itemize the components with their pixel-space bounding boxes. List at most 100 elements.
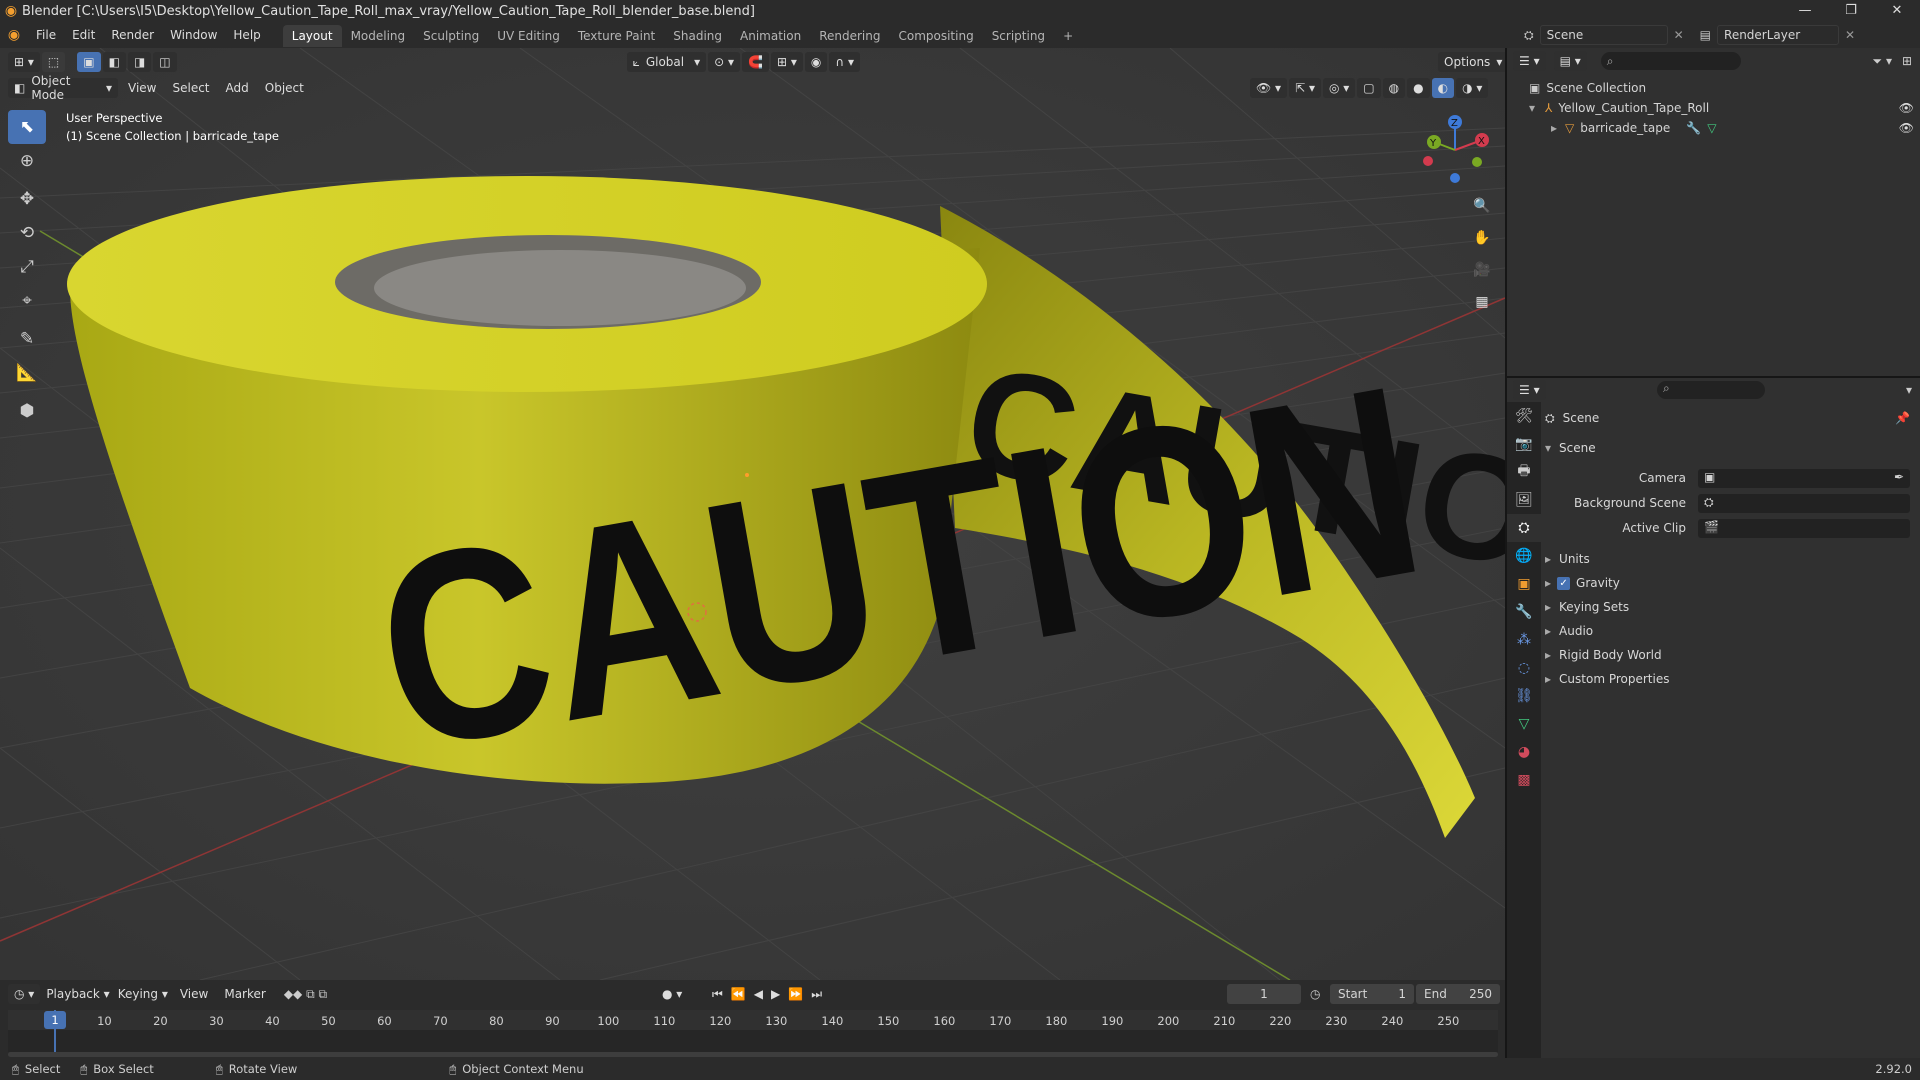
play-reverse-icon[interactable]: ◀	[754, 987, 763, 1002]
subpanel-rigid-body-world[interactable]: ▸ Rigid Body World	[1545, 644, 1662, 666]
overlays-icon[interactable]: ◎ ▾	[1322, 78, 1356, 98]
select-box-tool-icon[interactable]: ⬉	[8, 110, 46, 144]
select-mode-extend-icon[interactable]: ◧	[102, 52, 126, 72]
scale-tool-icon[interactable]: ⤢	[8, 250, 46, 284]
view-layer-tab-icon[interactable]: 🖼	[1507, 486, 1541, 514]
timeline-editor-type-icon[interactable]: ◷ ▾	[8, 984, 41, 1004]
maximize-button[interactable]: ❐	[1828, 0, 1874, 22]
jump-end-icon[interactable]: ⏭	[811, 987, 822, 1002]
minimize-button[interactable]: —	[1782, 0, 1828, 22]
pan-hand-icon[interactable]: ✋	[1468, 224, 1496, 252]
timeline-menu-playback[interactable]: Playback ▾	[42, 981, 113, 1007]
options-dropdown[interactable]: Options ▾	[1438, 52, 1509, 72]
current-frame-field[interactable]: 1	[1227, 984, 1301, 1004]
menu-edit[interactable]: Edit	[64, 22, 103, 48]
tab-shading[interactable]: Shading	[664, 25, 731, 47]
render-tab-icon[interactable]: 📷	[1507, 430, 1541, 458]
tab-compositing[interactable]: Compositing	[889, 25, 982, 47]
select-tool-button[interactable]: ⬚	[41, 52, 66, 72]
menu-help[interactable]: Help	[225, 22, 268, 48]
viewport-menu-select[interactable]: Select	[164, 75, 217, 101]
snap-target-button[interactable]: ⊞ ▾	[771, 52, 803, 72]
menu-render[interactable]: Render	[103, 22, 162, 48]
tab-texture-paint[interactable]: Texture Paint	[569, 25, 664, 47]
move-tool-icon[interactable]: ✥	[8, 182, 46, 216]
menu-file[interactable]: File	[28, 22, 64, 48]
camera-view-icon[interactable]: 🎥	[1468, 256, 1496, 284]
subpanel-custom-properties[interactable]: ▸ Custom Properties	[1545, 668, 1669, 690]
start-frame-field[interactable]: Start 1	[1330, 984, 1414, 1004]
properties-search-input[interactable]: ⌕	[1657, 381, 1765, 399]
playhead-frame-badge[interactable]: 1	[44, 1011, 66, 1029]
snap-toggle-button[interactable]: 🧲	[742, 52, 769, 72]
timeline-track-area[interactable]	[8, 1030, 1498, 1052]
subpanel-gravity[interactable]: ▸ ✓ Gravity	[1545, 572, 1620, 594]
new-collection-icon[interactable]: ⊞	[1902, 54, 1912, 68]
outliner-item[interactable]: ▸ ▽ barricade_tape 🔧 ▽ 👁	[1551, 118, 1914, 138]
select-mode-new-icon[interactable]: ▣	[77, 52, 101, 72]
end-frame-field[interactable]: End 250	[1416, 984, 1500, 1004]
expand-arrow-icon[interactable]: ▸	[1551, 121, 1557, 135]
keyframe-nav-icon[interactable]: ◆◆ ⧉ ⧉	[284, 987, 327, 1002]
close-button[interactable]: ✕	[1874, 0, 1920, 22]
mode-dropdown[interactable]: ◧ Object Mode ▾	[8, 74, 118, 102]
xray-icon[interactable]: ▢	[1357, 78, 1381, 98]
measure-tool-icon[interactable]: 📐	[8, 356, 46, 390]
blender-menu-icon[interactable]: ◉	[0, 27, 28, 43]
outliner-search-input[interactable]: ⌕	[1600, 52, 1741, 70]
prev-keyframe-icon[interactable]: ⏪	[731, 987, 746, 1002]
visibility-eye-icon[interactable]: 👁	[1899, 101, 1914, 115]
pin-icon[interactable]: 📌	[1895, 411, 1910, 425]
outliner-display-mode-icon[interactable]: ▤ ▾	[1553, 51, 1587, 71]
viewport-menu-add[interactable]: Add	[218, 75, 257, 101]
falloff-button[interactable]: ∩ ▾	[829, 52, 861, 72]
eyedropper-icon[interactable]: ✒	[1894, 470, 1904, 484]
select-mode-subtract-icon[interactable]: ◨	[127, 52, 152, 72]
timeline-menu-marker[interactable]: Marker	[216, 981, 273, 1007]
data-tab-icon[interactable]: ▽	[1507, 710, 1541, 738]
camera-field[interactable]: ▣ ✒	[1698, 469, 1910, 488]
shading-wireframe-icon[interactable]: ◍	[1382, 78, 1406, 98]
tab-uv-editing[interactable]: UV Editing	[488, 25, 569, 47]
3d-viewport[interactable]: CAUTION CAUTION	[0, 48, 1505, 980]
properties-editor-type-icon[interactable]: ☰ ▾	[1513, 380, 1546, 400]
shading-rendered-icon[interactable]: ◑ ▾	[1456, 78, 1489, 98]
scene-tab-icon[interactable]: ⛭	[1507, 514, 1541, 542]
editor-type-button[interactable]: ⊞ ▾	[8, 52, 40, 72]
active-clip-field[interactable]: 🎬	[1698, 519, 1910, 538]
timeline-menu-view[interactable]: View	[172, 981, 216, 1007]
constraints-tab-icon[interactable]: ⛓	[1507, 682, 1541, 710]
tab-sculpting[interactable]: Sculpting	[414, 25, 488, 47]
outliner-root[interactable]: ▣ Scene Collection	[1529, 78, 1646, 98]
timeline-scrollbar[interactable]	[8, 1052, 1498, 1057]
timeline-menu-keying[interactable]: Keying ▾	[114, 981, 172, 1007]
add-cube-tool-icon[interactable]: ⬢	[8, 394, 46, 428]
outliner-item[interactable]: ▾ ⅄ Yellow_Caution_Tape_Roll 👁	[1529, 98, 1914, 118]
modifier-wrench-icon[interactable]: 🔧	[1686, 121, 1701, 135]
outliner-editor-type-icon[interactable]: ☰ ▾	[1513, 51, 1546, 71]
gizmo-toggle-icon[interactable]: ⇱ ▾	[1289, 78, 1321, 98]
output-tab-icon[interactable]: 🖶	[1507, 458, 1541, 486]
expand-arrow-icon[interactable]: ▾	[1529, 101, 1535, 115]
scene-selector[interactable]: Scene	[1539, 25, 1668, 45]
properties-options-icon[interactable]: ▾	[1906, 383, 1912, 397]
menu-window[interactable]: Window	[162, 22, 225, 48]
viewport-menu-view[interactable]: View	[120, 75, 164, 101]
add-workspace-button[interactable]: +	[1054, 25, 1082, 47]
cursor-tool-icon[interactable]: ⊕	[8, 144, 46, 178]
object-tab-icon[interactable]: ▣	[1507, 570, 1541, 598]
preview-range-icon[interactable]: ◷	[1310, 987, 1320, 1001]
jump-start-icon[interactable]: ⏮	[712, 987, 723, 1002]
visibility-icon[interactable]: 👁 ▾	[1250, 78, 1288, 98]
gravity-checkbox[interactable]: ✓	[1557, 576, 1571, 590]
tab-layout[interactable]: Layout	[282, 25, 342, 47]
pivot-point-button[interactable]: ⊙ ▾	[708, 52, 741, 72]
tab-rendering[interactable]: Rendering	[810, 25, 889, 47]
texture-tab-icon[interactable]: ▩	[1507, 766, 1541, 794]
world-tab-icon[interactable]: 🌐	[1507, 542, 1541, 570]
modifier-tab-icon[interactable]: 🔧	[1507, 598, 1541, 626]
select-mode-intersect-icon[interactable]: ◫	[153, 52, 177, 72]
scene-remove-icon[interactable]: ✕	[1674, 28, 1684, 42]
transform-tool-icon[interactable]: ⌖	[8, 284, 46, 318]
viewport-menu-object[interactable]: Object	[257, 75, 312, 101]
